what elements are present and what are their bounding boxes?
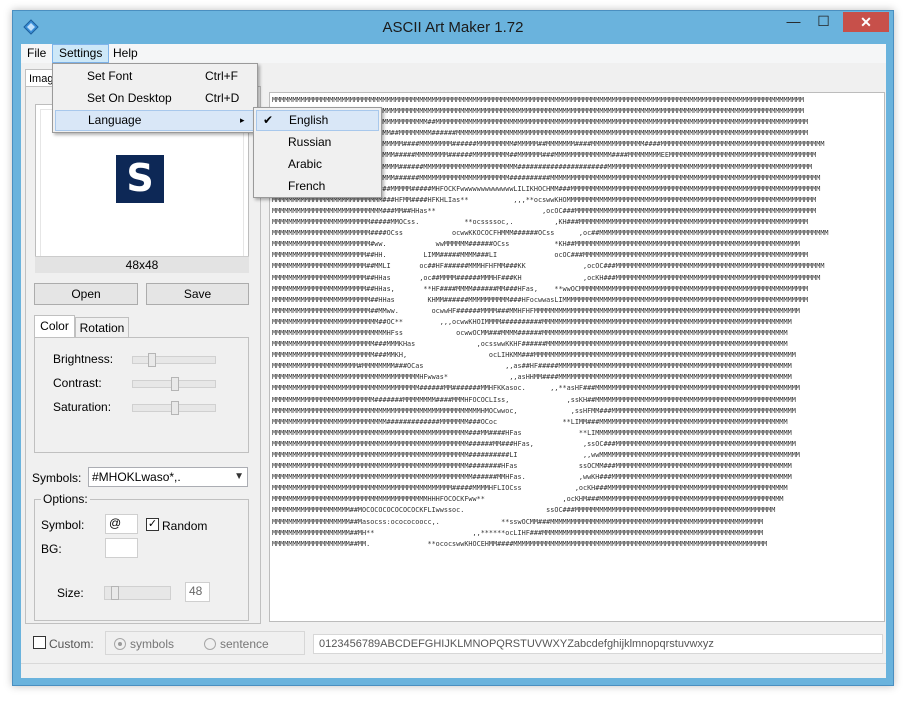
size-slider[interactable] [104, 586, 171, 600]
contrast-thumb[interactable] [171, 377, 179, 391]
chevron-down-icon: ▼ [234, 471, 244, 482]
symbol-field[interactable]: @ [105, 514, 138, 534]
adjustment-tabs: Color Rotation Brightness: Contrast: Sat… [34, 315, 249, 489]
symbols-select[interactable]: #MHOKLwaso*,. ▼ [88, 467, 248, 487]
maximize-button[interactable]: ☐ [810, 12, 837, 32]
open-button[interactable]: Open [34, 283, 138, 305]
random-checkbox[interactable]: ✓ [146, 518, 159, 531]
saturation-label: Saturation: [53, 400, 112, 414]
tab-rotation[interactable]: Rotation [75, 317, 129, 337]
menu-item-language[interactable]: Language ▸ [55, 110, 255, 131]
symbols-radio-label: symbols [130, 637, 175, 651]
custom-label: Custom: [49, 637, 94, 651]
save-button[interactable]: Save [146, 283, 249, 305]
settings-menu: Set Font Ctrl+F Set On Desktop Ctrl+D La… [52, 63, 258, 133]
color-panel: Brightness: Contrast: Saturation: [34, 337, 249, 453]
source-image: S [116, 155, 164, 203]
bg-label: BG: [41, 542, 62, 556]
title-bar[interactable]: ASCII Art Maker 1.72 — ☐ ✕ [13, 11, 893, 44]
close-button[interactable]: ✕ [843, 12, 889, 32]
bg-color-swatch[interactable] [105, 538, 138, 558]
client-area: File Settings Help Imag S 48x48 Open Sav… [21, 44, 886, 678]
chevron-right-icon: ▸ [240, 115, 245, 125]
options-group: Options: Symbol: @ ✓ Random BG: Size: 48 [34, 492, 249, 621]
random-label: Random [162, 519, 208, 533]
menu-file[interactable]: File [21, 44, 52, 63]
check-icon: ✔ [263, 113, 274, 127]
image-size-label: 48x48 [35, 256, 249, 273]
menu-item-set-font[interactable]: Set Font Ctrl+F [55, 66, 255, 87]
tab-color[interactable]: Color [34, 315, 75, 337]
menu-item-set-on-desktop[interactable]: Set On Desktop Ctrl+D [55, 88, 255, 109]
image-panel: S 48x48 Open Save Color Rotation Brightn… [25, 86, 261, 624]
bottom-bar: Custom: symbols sentence 0123456789ABCDE… [21, 627, 886, 657]
language-french[interactable]: French [256, 176, 379, 197]
minimize-button[interactable]: — [780, 12, 807, 32]
language-arabic[interactable]: Arabic [256, 154, 379, 175]
size-field[interactable]: 48 [185, 582, 210, 602]
custom-checkbox[interactable] [33, 636, 46, 649]
size-thumb[interactable] [111, 586, 119, 600]
symbols-radio[interactable] [114, 638, 126, 650]
language-russian[interactable]: Russian [256, 132, 379, 153]
menu-help[interactable]: Help [107, 44, 144, 63]
symbol-label: Symbol: [41, 518, 85, 532]
symbols-value: #MHOKLwaso*,. [92, 470, 181, 484]
saturation-slider[interactable] [132, 401, 216, 415]
contrast-label: Contrast: [53, 376, 102, 390]
brightness-label: Brightness: [53, 352, 114, 366]
size-label: Size: [57, 586, 84, 600]
brightness-thumb[interactable] [148, 353, 156, 367]
menu-bar: File Settings Help [21, 44, 886, 63]
window-title: ASCII Art Maker 1.72 [382, 19, 524, 36]
status-bar [21, 663, 886, 678]
charset-field[interactable]: 0123456789ABCDEFGHIJKLMNOPQRSTUVWXYZabcd… [313, 634, 883, 654]
language-submenu: ✔ English Russian Arabic French [253, 107, 382, 198]
options-legend: Options: [41, 492, 90, 506]
symbols-label: Symbols: [32, 471, 82, 485]
contrast-slider[interactable] [132, 377, 216, 391]
sentence-radio-label: sentence [220, 637, 269, 651]
menu-settings[interactable]: Settings [52, 44, 110, 63]
language-english[interactable]: ✔ English [256, 110, 379, 131]
saturation-thumb[interactable] [171, 401, 179, 415]
custom-mode-group: symbols sentence [105, 631, 305, 655]
brightness-slider[interactable] [132, 353, 216, 367]
sentence-radio[interactable] [204, 638, 216, 650]
